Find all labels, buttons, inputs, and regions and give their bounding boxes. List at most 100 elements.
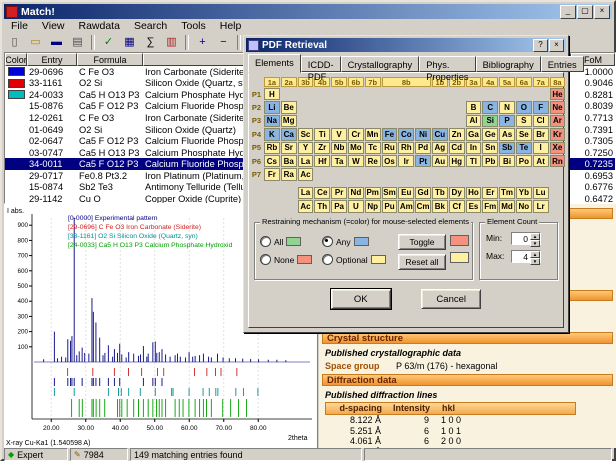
element-ar[interactable]: Ar (549, 114, 566, 128)
element-fe[interactable]: Fe (381, 128, 398, 141)
element-gd[interactable]: Gd (415, 186, 431, 200)
toolbar-open-folder-button[interactable]: ▭ (25, 33, 46, 52)
toolbar-print-button[interactable]: ▤ (67, 33, 88, 52)
radio-any[interactable]: Any (322, 236, 394, 248)
element-ce[interactable]: Ce (314, 186, 331, 200)
element-cl[interactable]: Cl (532, 114, 549, 128)
radio-all-control[interactable] (260, 236, 271, 248)
spin-down-icon[interactable]: ▼ (530, 257, 540, 265)
maximize-button[interactable]: ▢ (577, 4, 593, 19)
dialog-help-button[interactable]: ? (533, 38, 548, 52)
element-ti[interactable]: Ti (314, 128, 331, 141)
toolbar-calculate-button[interactable]: ∑ (140, 33, 161, 52)
element-dy[interactable]: Dy (448, 186, 465, 200)
element-f[interactable]: F (532, 101, 549, 114)
element-b[interactable]: B (465, 101, 482, 114)
spin-down-icon[interactable]: ▼ (530, 239, 540, 247)
element-sr[interactable]: Sr (280, 141, 297, 154)
menu-item-search[interactable]: Search (127, 20, 174, 32)
element-y[interactable]: Y (297, 141, 314, 154)
tab-crystallography[interactable]: Crystallography (340, 56, 420, 72)
element-cu[interactable]: Cu (431, 128, 448, 141)
element-as[interactable]: As (499, 128, 515, 141)
element-rh[interactable]: Rh (398, 141, 415, 154)
radio-all[interactable]: All (260, 236, 322, 248)
element-cr[interactable]: Cr (347, 128, 364, 141)
tab-elements[interactable]: Elements (248, 54, 301, 73)
menu-item-view[interactable]: View (35, 20, 72, 32)
cancel-button[interactable]: Cancel (421, 289, 482, 310)
toolbar-candidate-list-button[interactable]: ▦ (119, 33, 140, 52)
column-header-color[interactable]: Color (5, 53, 27, 66)
element-lu[interactable]: Lu (532, 186, 549, 200)
tab-entries[interactable]: Entries (540, 56, 584, 72)
element-v[interactable]: V (331, 128, 347, 141)
spin-up-icon[interactable]: ▲ (530, 250, 540, 258)
element-at[interactable]: At (532, 154, 549, 168)
element-u[interactable]: U (347, 200, 364, 213)
element-md[interactable]: Md (499, 200, 515, 213)
element-ir[interactable]: Ir (398, 154, 415, 168)
toggle-button[interactable]: Toggle (398, 233, 446, 250)
element-te[interactable]: Te (515, 141, 532, 154)
element-os[interactable]: Os (381, 154, 398, 168)
element-zr[interactable]: Zr (314, 141, 331, 154)
max-spin-buttons[interactable]: ▲ ▼ (530, 250, 540, 265)
element-zn[interactable]: Zn (448, 128, 465, 141)
element-ru[interactable]: Ru (381, 141, 398, 154)
element-au[interactable]: Au (431, 154, 448, 168)
element-la[interactable]: La (297, 154, 314, 168)
column-header-entry[interactable]: Entry (27, 53, 77, 66)
element-ta[interactable]: Ta (331, 154, 347, 168)
element-ni[interactable]: Ni (415, 128, 431, 141)
radio-none-control[interactable] (260, 254, 271, 266)
spin-up-icon[interactable]: ▲ (530, 232, 540, 240)
element-yb[interactable]: Yb (515, 186, 532, 200)
element-th[interactable]: Th (314, 200, 331, 213)
element-hg[interactable]: Hg (448, 154, 465, 168)
toolbar-new-document-button[interactable]: ▯ (4, 33, 25, 52)
element-c[interactable]: C (482, 101, 499, 114)
element-tm[interactable]: Tm (499, 186, 515, 200)
dialog-close-button[interactable]: × (549, 38, 564, 52)
element-er[interactable]: Er (482, 186, 499, 200)
element-ac[interactable]: Ac (297, 168, 314, 181)
element-mo[interactable]: Mo (347, 141, 364, 154)
element-nd[interactable]: Nd (347, 186, 364, 200)
element-rn[interactable]: Rn (549, 154, 566, 168)
menu-item-rawdata[interactable]: Rawdata (72, 20, 127, 32)
column-header-formula[interactable]: Formula (77, 53, 143, 66)
window-titlebar[interactable]: Match! _ ▢ × (4, 4, 612, 19)
element-pu[interactable]: Pu (381, 200, 398, 213)
element-pa[interactable]: Pa (331, 200, 347, 213)
element-cs[interactable]: Cs (264, 154, 280, 168)
element-xe[interactable]: Xe (549, 141, 566, 154)
element-co[interactable]: Co (398, 128, 415, 141)
radio-none[interactable]: None (260, 254, 322, 266)
element-s[interactable]: S (515, 114, 532, 128)
element-bi[interactable]: Bi (499, 154, 515, 168)
element-bk[interactable]: Bk (431, 200, 448, 213)
toolbar-match-analyze-button[interactable]: ✓ (98, 33, 119, 52)
radio-optional[interactable]: Optional (322, 254, 394, 266)
element-tb[interactable]: Tb (431, 186, 448, 200)
element-ag[interactable]: Ag (431, 141, 448, 154)
element-si[interactable]: Si (482, 114, 499, 128)
toolbar-pattern-chart-button[interactable]: ▥ (161, 33, 182, 52)
ok-button[interactable]: OK (329, 288, 392, 311)
element-n[interactable]: N (499, 101, 515, 114)
element-mg[interactable]: Mg (280, 114, 297, 128)
max-spinner[interactable]: 4 ▲ ▼ (511, 249, 541, 265)
element-k[interactable]: K (264, 128, 280, 141)
element-po[interactable]: Po (515, 154, 532, 168)
min-spinner[interactable]: 0 ▲ ▼ (511, 231, 541, 247)
element-he[interactable]: He (549, 88, 566, 101)
element-i[interactable]: I (532, 141, 549, 154)
element-p[interactable]: P (499, 114, 515, 128)
element-mn[interactable]: Mn (364, 128, 381, 141)
element-cf[interactable]: Cf (448, 200, 465, 213)
toolbar-zoom-out-button[interactable]: − (213, 33, 234, 52)
element-se[interactable]: Se (515, 128, 532, 141)
element-al[interactable]: Al (465, 114, 482, 128)
toolbar-save-button[interactable]: ▬ (46, 33, 67, 52)
